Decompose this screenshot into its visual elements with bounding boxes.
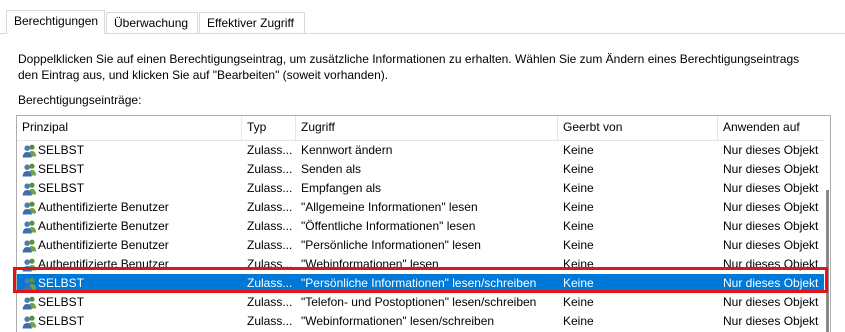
column-header-geerbt-von[interactable]: Geerbt von (558, 116, 718, 140)
typ-cell: Zulass... (247, 238, 293, 252)
user-group-icon (22, 181, 37, 196)
typ-cell: Zulass... (247, 143, 293, 157)
list-rows: SELBST Zulass... Kennwort ändern Keine Nur d… (17, 141, 825, 331)
tab-berechtigungen[interactable]: Berechtigungen (6, 10, 105, 34)
user-group-icon (22, 257, 37, 272)
anwenden-auf-cell: Nur dieses Objekt (723, 162, 819, 176)
user-group-icon (22, 200, 37, 215)
typ-cell: Zulass... (247, 219, 293, 233)
principal-cell: Authentifizierte Benutzer (17, 255, 242, 274)
permissions-dialog: Berechtigungen Überwachung Effektiver Zu… (0, 0, 845, 332)
user-group-icon (22, 238, 37, 253)
column-header-principal[interactable]: Prinzipal (17, 116, 242, 140)
zugriff-cell: Senden als (301, 162, 362, 176)
list-header: Prinzipal Typ Zugriff Geerbt von Anwende… (17, 116, 825, 141)
anwenden-auf-cell: Nur dieses Objekt (723, 276, 819, 290)
anwenden-auf-cell: Nur dieses Objekt (723, 314, 819, 328)
user-group-icon (22, 219, 37, 234)
table-row[interactable]: Authentifizierte Benutzer Zulass... "Öffen… (17, 217, 825, 236)
permission-entries-list[interactable]: Prinzipal Typ Zugriff Geerbt von Anwende… (16, 115, 831, 332)
geerbt-von-cell: Keine (563, 314, 594, 328)
typ-cell: Zulass... (247, 162, 293, 176)
principal-cell: Authentifizierte Benutzer (17, 198, 242, 217)
geerbt-von-cell: Keine (563, 238, 594, 252)
principal-label: Authentifizierte Benutzer (38, 238, 169, 252)
typ-cell: Zulass... (247, 295, 293, 309)
principal-cell: SELBST (17, 274, 242, 293)
geerbt-von-cell: Keine (563, 219, 594, 233)
zugriff-cell: "Webinformationen" lesen/schreiben (301, 314, 495, 328)
zugriff-cell: Kennwort ändern (301, 143, 393, 157)
geerbt-von-cell: Keine (563, 162, 594, 176)
tab-effektiver-zugriff[interactable]: Effektiver Zugriff (199, 12, 305, 33)
table-row[interactable]: SELBST Zulass... Kennwort ändern Keine Nur d… (17, 141, 825, 160)
principal-cell: SELBST (17, 160, 242, 179)
anwenden-auf-cell: Nur dieses Objekt (723, 295, 819, 309)
anwenden-auf-cell: Nur dieses Objekt (723, 257, 819, 271)
principal-cell: Authentifizierte Benutzer (17, 236, 242, 255)
zugriff-cell: Empfangen als (301, 181, 382, 195)
instructions-text: Doppelklicken Sie auf einen Berechtigung… (18, 52, 800, 82)
zugriff-cell: "Persönliche Informationen" lesen (301, 238, 481, 252)
anwenden-auf-cell: Nur dieses Objekt (723, 219, 819, 233)
column-header-typ[interactable]: Typ (242, 116, 296, 140)
principal-label: SELBST (38, 162, 85, 176)
user-group-icon (22, 162, 37, 177)
user-group-icon (22, 143, 37, 158)
vertical-scrollbar[interactable] (824, 116, 830, 332)
entries-label: Berechtigungseinträge: (18, 93, 142, 107)
table-row[interactable]: Authentifizierte Benutzer Zulass... "Webin… (17, 255, 825, 274)
principal-cell: SELBST (17, 179, 242, 198)
principal-label: SELBST (38, 143, 85, 157)
table-row[interactable]: Authentifizierte Benutzer Zulass... "Allge… (17, 198, 825, 217)
geerbt-von-cell: Keine (563, 276, 594, 290)
geerbt-von-cell: Keine (563, 257, 594, 271)
zugriff-cell: "Telefon- und Postoptionen" lesen/schrei… (301, 295, 537, 309)
column-header-zugriff[interactable]: Zugriff (296, 116, 558, 140)
column-header-anwenden-auf[interactable]: Anwenden auf (718, 116, 825, 140)
user-group-icon (22, 276, 37, 291)
scrollbar-thumb[interactable] (826, 190, 829, 332)
principal-label: SELBST (38, 295, 85, 309)
anwenden-auf-cell: Nur dieses Objekt (723, 143, 819, 157)
principal-cell: SELBST (17, 312, 242, 331)
geerbt-von-cell: Keine (563, 295, 594, 309)
table-row[interactable]: SELBST Zulass... Empfangen als Keine Nur die… (17, 179, 825, 198)
geerbt-von-cell: Keine (563, 181, 594, 195)
principal-label: Authentifizierte Benutzer (38, 257, 169, 271)
zugriff-cell: "Webinformationen" lesen (301, 257, 439, 271)
principal-label: SELBST (38, 314, 85, 328)
table-row[interactable]: SELBST Zulass... "Webinformationen" lesen/… (17, 312, 825, 331)
typ-cell: Zulass... (247, 200, 293, 214)
zugriff-cell: "Allgemeine Informationen" lesen (301, 200, 478, 214)
anwenden-auf-cell: Nur dieses Objekt (723, 200, 819, 214)
table-row[interactable]: Authentifizierte Benutzer Zulass... "Persö… (17, 236, 825, 255)
typ-cell: Zulass... (247, 314, 293, 328)
principal-label: SELBST (38, 276, 85, 290)
geerbt-von-cell: Keine (563, 200, 594, 214)
zugriff-cell: "Öffentliche Informationen" lesen (301, 219, 476, 233)
user-group-icon (22, 295, 37, 310)
zugriff-cell: "Persönliche Informationen" lesen/schrei… (301, 276, 537, 290)
table-row[interactable]: SELBST Zulass... "Persönliche Informatione… (17, 274, 825, 293)
anwenden-auf-cell: Nur dieses Objekt (723, 181, 819, 195)
principal-label: Authentifizierte Benutzer (38, 219, 169, 233)
principal-label: SELBST (38, 181, 85, 195)
geerbt-von-cell: Keine (563, 143, 594, 157)
permissions-panel: Doppelklicken Sie auf einen Berechtigung… (0, 34, 845, 332)
principal-label: Authentifizierte Benutzer (38, 200, 169, 214)
user-group-icon (22, 314, 37, 329)
principal-cell: Authentifizierte Benutzer (17, 217, 242, 236)
principal-cell: SELBST (17, 293, 242, 312)
principal-cell: SELBST (17, 141, 242, 160)
tab-ueberwachung[interactable]: Überwachung (106, 12, 198, 33)
table-row[interactable]: SELBST Zulass... "Telefon- und Postoptione… (17, 293, 825, 312)
typ-cell: Zulass... (247, 276, 293, 290)
typ-cell: Zulass... (247, 257, 293, 271)
anwenden-auf-cell: Nur dieses Objekt (723, 238, 819, 252)
tab-strip: Berechtigungen Überwachung Effektiver Zu… (0, 0, 845, 34)
typ-cell: Zulass... (247, 181, 293, 195)
table-row[interactable]: SELBST Zulass... Senden als Keine Nur dieses… (17, 160, 825, 179)
